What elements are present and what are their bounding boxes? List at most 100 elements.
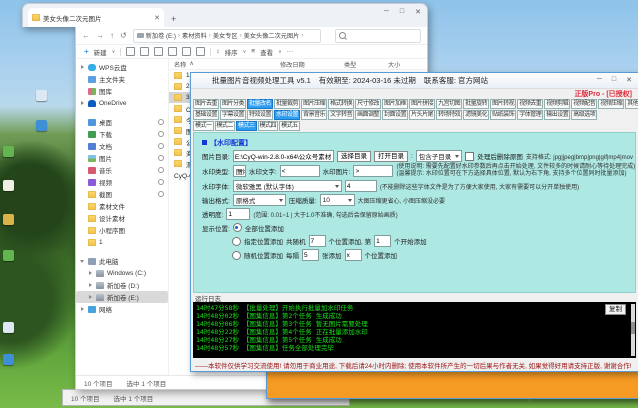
minimize-button[interactable]: ─ xyxy=(384,8,389,16)
tab-row2-6[interactable]: 画面调整 xyxy=(355,110,381,120)
chevron-right-icon[interactable] xyxy=(87,282,93,288)
tab-row1-12[interactable]: 视频去重 xyxy=(517,99,543,109)
close-button[interactable]: ✕ xyxy=(626,76,632,84)
breadcrumb-segment[interactable]: 素材资料 xyxy=(182,31,207,40)
sort-button[interactable]: 排序 xyxy=(225,47,238,57)
delete-icon[interactable] xyxy=(196,47,205,56)
column-size[interactable]: 大小 xyxy=(388,60,420,69)
breadcrumb-segment[interactable]: 美女头像二次元图片 xyxy=(244,31,300,40)
quality-select[interactable]: 10 xyxy=(320,194,355,206)
copy-icon[interactable] xyxy=(140,47,149,56)
desktop-icon[interactable] xyxy=(3,146,14,157)
mode-tab-2[interactable]: 模式三 xyxy=(236,121,257,131)
console-scrollbar[interactable] xyxy=(631,304,635,356)
mode-tab-4[interactable]: 模式五 xyxy=(279,121,300,131)
tab-row1-16[interactable]: 其他工具 xyxy=(625,99,638,109)
tab-row2-0[interactable]: 基础设置 xyxy=(193,110,219,120)
column-type[interactable]: 类型 xyxy=(344,60,388,69)
breadcrumb-segment[interactable]: 美女专区 xyxy=(213,31,238,40)
tab-row2-4[interactable]: 背景音乐 xyxy=(301,110,327,120)
tab-row1-5[interactable]: 格式转换 xyxy=(328,99,354,109)
tab-row1-10[interactable]: 批量旋转 xyxy=(463,99,489,109)
desktop-icon[interactable] xyxy=(3,322,14,333)
alpha-input[interactable] xyxy=(226,208,250,220)
mode-tab-3[interactable]: 模式四 xyxy=(258,121,279,131)
rand-interval-input[interactable] xyxy=(302,249,319,261)
watermark-text-input[interactable] xyxy=(280,165,320,177)
copy-log-button[interactable]: 复制 xyxy=(605,304,626,315)
tab-row2-13[interactable]: 输出设置 xyxy=(544,110,570,120)
tab-row2-14[interactable]: 高级选项 xyxy=(571,110,597,120)
open-dir-button[interactable]: 打开目录 xyxy=(374,151,408,162)
random-position-radio[interactable] xyxy=(232,251,241,260)
tab-row2-5[interactable]: 文字转音 xyxy=(328,110,354,120)
sidebar-item[interactable]: WPS云盘 xyxy=(76,61,168,73)
tab-row1-1[interactable]: 图片分类 xyxy=(220,99,246,109)
sidebar-item[interactable]: 音乐 xyxy=(76,164,168,176)
tab-row1-8[interactable]: 图片拼接 xyxy=(409,99,435,109)
chevron-right-icon[interactable] xyxy=(79,306,85,312)
chevron-right-icon[interactable] xyxy=(87,294,93,300)
sidebar-item[interactable]: 截图 xyxy=(76,188,168,200)
tab-row1-4[interactable]: 图片压缩 xyxy=(301,99,327,109)
sidebar-item[interactable]: 此电脑 xyxy=(76,255,168,267)
output-format-select[interactable]: 原格式 xyxy=(233,194,286,206)
minimize-button[interactable]: ─ xyxy=(597,76,602,84)
new-tab-button[interactable]: + xyxy=(171,14,176,24)
sidebar-item[interactable]: 小程序图 xyxy=(76,224,168,236)
tab-row1-15[interactable]: 视频压缩 xyxy=(598,99,624,109)
font-size-input[interactable] xyxy=(345,180,377,192)
column-name[interactable]: 名称 ∧ xyxy=(174,60,280,69)
tab-row1-0[interactable]: 图片去重 xyxy=(193,99,219,109)
rand-count-input[interactable] xyxy=(345,249,362,261)
chevron-right-icon[interactable] xyxy=(79,64,85,70)
fixed-start-input[interactable] xyxy=(374,235,391,247)
tab-row2-7[interactable]: 封面设置 xyxy=(382,110,408,120)
maximize-button[interactable]: □ xyxy=(400,8,404,16)
tab-row2-2[interactable]: 特效设置 xyxy=(247,110,273,120)
tab-row1-2[interactable]: 批量改名 xyxy=(247,99,273,109)
tab-row2-11[interactable]: 贴纸装饰 xyxy=(490,110,516,120)
close-button[interactable]: ✕ xyxy=(415,8,421,16)
paste-icon[interactable] xyxy=(154,47,163,56)
tab-row2-8[interactable]: 片头片尾 xyxy=(409,110,435,120)
up-icon[interactable]: ↑ xyxy=(110,31,114,40)
chevron-right-icon[interactable] xyxy=(79,100,85,106)
watermark-image-input[interactable] xyxy=(353,165,393,177)
tab-row2-12[interactable]: 字体管理 xyxy=(517,110,543,120)
sidebar-item[interactable]: 视频 xyxy=(76,176,168,188)
desktop-icon[interactable] xyxy=(3,354,14,365)
breadcrumb[interactable]: 新加卷 (E:)›素材资料›美女专区›美女头像二次元图片› xyxy=(133,29,321,43)
tab-row2-1[interactable]: 字幕设置 xyxy=(220,110,246,120)
tab-row1-6[interactable]: 尺寸修改 xyxy=(355,99,381,109)
cut-icon[interactable] xyxy=(126,47,135,56)
sidebar-item[interactable]: OneDrive xyxy=(76,97,168,109)
tab-row1-9[interactable]: 九宫切图 xyxy=(436,99,462,109)
all-position-radio[interactable] xyxy=(233,223,242,232)
tab-row1-3[interactable]: 批量裁剪 xyxy=(274,99,300,109)
sidebar-item[interactable]: 下载 xyxy=(76,128,168,140)
share-icon[interactable] xyxy=(182,47,191,56)
close-tab-icon[interactable]: ✕ xyxy=(154,14,160,22)
desktop-icon[interactable] xyxy=(3,214,14,225)
breadcrumb-segment[interactable]: 新加卷 (E:) xyxy=(146,31,176,40)
tab-row2-10[interactable]: 滤镜美化 xyxy=(463,110,489,120)
tab-row2-3[interactable]: 水印设置 xyxy=(274,110,300,120)
tab-row1-11[interactable]: 图片转视 xyxy=(490,99,516,109)
sidebar-item[interactable]: 文档 xyxy=(76,140,168,152)
chevron-down-icon[interactable] xyxy=(79,258,85,264)
sidebar-item[interactable]: 图片 xyxy=(76,152,168,164)
more-button[interactable]: ··· xyxy=(287,48,294,55)
maximize-button[interactable]: □ xyxy=(612,76,616,84)
refresh-icon[interactable]: ↺ xyxy=(120,31,127,40)
tab-row1-13[interactable]: 视频剪辑 xyxy=(544,99,570,109)
sidebar-item[interactable]: 主文件夹 xyxy=(76,73,168,85)
sidebar-item[interactable]: 图库 xyxy=(76,85,168,97)
sidebar-item[interactable]: 新加卷 (E:) xyxy=(76,291,168,303)
sidebar-item[interactable]: 素材文件 xyxy=(76,200,168,212)
watermark-type-select[interactable]: 图片水印 xyxy=(233,165,246,177)
search-input[interactable] xyxy=(335,29,421,43)
column-date[interactable]: 修改日期 xyxy=(280,60,344,69)
desktop-icon[interactable] xyxy=(3,250,14,261)
rename-icon[interactable] xyxy=(168,47,177,56)
